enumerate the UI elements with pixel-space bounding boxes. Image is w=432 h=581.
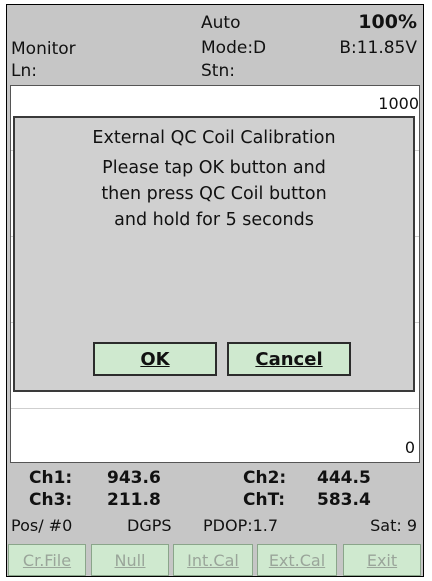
- ch2-value: 444.5: [317, 468, 371, 488]
- device-screen: Monitor Ln: Auto Mode:D Stn: 100% B:11.8…: [6, 4, 424, 577]
- gps-fix-type: DGPS: [127, 516, 172, 535]
- station-label: Stn:: [201, 61, 235, 81]
- position-counter: Pos/ #0: [11, 516, 73, 535]
- satellite-count: Sat: 9: [370, 516, 417, 535]
- pdop-value: PDOP:1.7: [203, 516, 279, 535]
- ok-button[interactable]: OK: [93, 342, 217, 376]
- dialog-message-line-2: then press QC Coil button: [101, 184, 327, 204]
- external-calibration-button[interactable]: Ext.Cal: [257, 544, 337, 576]
- dialog-message-line-1: Please tap OK button and: [102, 158, 326, 178]
- dialog-title: External QC Coil Calibration: [92, 128, 336, 148]
- battery-percent: 100%: [358, 11, 417, 33]
- exit-button[interactable]: Exit: [343, 544, 421, 576]
- calibration-dialog: External QC Coil Calibration Please tap …: [13, 116, 415, 392]
- line-label: Ln:: [11, 61, 37, 81]
- app-mode-label: Monitor: [11, 39, 76, 59]
- ch3-label: Ch3:: [29, 490, 73, 510]
- signal-plot: 1000 0 External QC Coil Calibration Plea…: [10, 85, 420, 463]
- ch1-value: 943.6: [107, 468, 161, 488]
- status-header: Monitor Ln: Auto Mode:D Stn: 100% B:11.8…: [7, 5, 423, 81]
- mode-label: Mode:D: [201, 38, 267, 58]
- dialog-message-line-3: and hold for 5 seconds: [114, 210, 314, 230]
- ch3-value: 211.8: [107, 490, 161, 510]
- y-axis-max-label: 1000: [378, 94, 419, 113]
- cancel-button[interactable]: Cancel: [227, 342, 351, 376]
- ch1-label: Ch1:: [29, 468, 73, 488]
- create-file-button[interactable]: Cr.File: [8, 544, 86, 576]
- ch2-label: Ch2:: [243, 468, 287, 488]
- null-button[interactable]: Null: [91, 544, 169, 576]
- grid-line: [11, 408, 419, 409]
- bottom-toolbar: Cr.File Null Int.Cal Ext.Cal Exit: [7, 542, 423, 576]
- cht-label: ChT:: [243, 490, 286, 510]
- y-axis-min-label: 0: [404, 438, 415, 457]
- cht-value: 583.4: [317, 490, 371, 510]
- internal-calibration-button[interactable]: Int.Cal: [173, 544, 253, 576]
- auto-label: Auto: [201, 13, 241, 33]
- battery-voltage: B:11.85V: [339, 38, 417, 58]
